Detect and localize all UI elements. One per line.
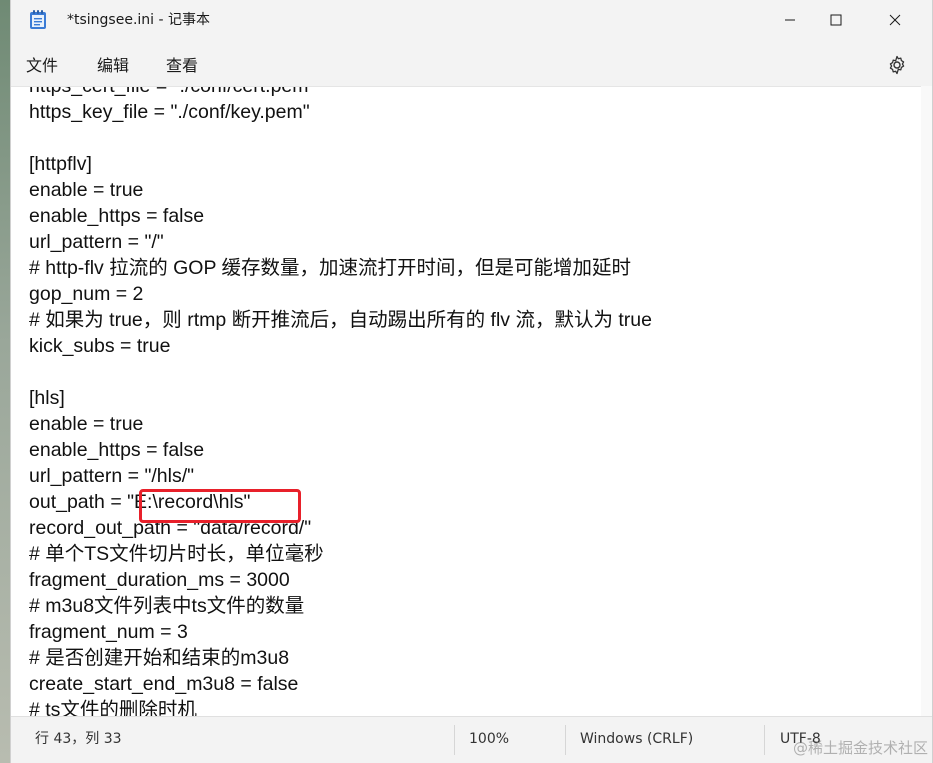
- menu-edit[interactable]: 编辑: [97, 54, 129, 78]
- status-divider: [764, 725, 765, 755]
- zoom-level: 100%: [469, 731, 510, 747]
- menu-file[interactable]: 文件: [26, 54, 58, 78]
- menu-view[interactable]: 查看: [166, 54, 198, 78]
- editor-line[interactable]: # http-flv 拉流的 GOP 缓存数量，加速流打开时间，但是可能增加延时: [29, 255, 652, 281]
- status-divider: [454, 725, 455, 755]
- editor-line[interactable]: # 单个TS文件切片时长，单位毫秒: [29, 541, 652, 567]
- window-title: *tsingsee.ini - 记事本: [67, 12, 211, 28]
- editor-line[interactable]: kick_subs = true: [29, 333, 652, 359]
- notepad-app-icon: [30, 10, 46, 29]
- editor-line[interactable]: enable_https = false: [29, 437, 652, 463]
- notepad-window: *tsingsee.ini - 记事本 文件 编辑 查看 https_cert_…: [10, 0, 933, 763]
- editor-line[interactable]: out_path = "E:\record\hls": [29, 489, 652, 515]
- editor-line[interactable]: [29, 359, 652, 385]
- editor-line[interactable]: gop_num = 2: [29, 281, 652, 307]
- editor-line[interactable]: url_pattern = "/": [29, 229, 652, 255]
- editor-line[interactable]: enable_https = false: [29, 203, 652, 229]
- watermark: @稀土掘金技术社区: [792, 739, 928, 757]
- editor-line[interactable]: # m3u8文件列表中ts文件的数量: [29, 593, 652, 619]
- text-editor[interactable]: https_cert_file = "./conf/cert.pem" https…: [11, 86, 921, 717]
- editor-line[interactable]: [httpflv]: [29, 151, 652, 177]
- editor-line[interactable]: record_out_path = "data/record/": [29, 515, 652, 541]
- status-bar: 行 43，列 33 100% Windows (CRLF) UTF-8 @稀土掘…: [11, 716, 932, 763]
- editor-line[interactable]: enable = true: [29, 411, 652, 437]
- menu-bar: 文件 编辑 查看: [11, 46, 932, 86]
- title-bar[interactable]: *tsingsee.ini - 记事本: [11, 0, 932, 40]
- close-button[interactable]: [872, 0, 918, 40]
- editor-line[interactable]: # 是否创建开始和结束的m3u8: [29, 645, 652, 671]
- editor-line[interactable]: create_start_end_m3u8 = false: [29, 671, 652, 697]
- editor-line[interactable]: # ts文件的删除时机: [29, 697, 652, 717]
- line-ending: Windows (CRLF): [580, 731, 694, 747]
- maximize-button[interactable]: [813, 0, 859, 40]
- editor-line[interactable]: fragment_duration_ms = 3000: [29, 567, 652, 593]
- editor-line[interactable]: enable = true: [29, 177, 652, 203]
- editor-line[interactable]: [29, 125, 652, 151]
- cursor-position: 行 43，列 33: [35, 731, 122, 747]
- minimize-icon: [785, 19, 795, 21]
- settings-gear-icon[interactable]: [885, 53, 909, 77]
- editor-line[interactable]: [hls]: [29, 385, 652, 411]
- editor-line[interactable]: https_cert_file = "./conf/cert.pem": [29, 87, 652, 99]
- editor-line[interactable]: https_key_file = "./conf/key.pem": [29, 99, 652, 125]
- highlight-box: [139, 489, 301, 523]
- editor-line[interactable]: # 如果为 true，则 rtmp 断开推流后，自动踢出所有的 flv 流，默认…: [29, 307, 652, 333]
- maximize-icon: [830, 14, 842, 26]
- editor-line[interactable]: fragment_num = 3: [29, 619, 652, 645]
- editor-line[interactable]: url_pattern = "/hls/": [29, 463, 652, 489]
- status-divider: [565, 725, 566, 755]
- editor-content[interactable]: https_cert_file = "./conf/cert.pem" https…: [29, 87, 652, 717]
- vertical-scrollbar[interactable]: [921, 86, 932, 716]
- minimize-button[interactable]: [767, 0, 813, 40]
- close-icon: [889, 14, 901, 26]
